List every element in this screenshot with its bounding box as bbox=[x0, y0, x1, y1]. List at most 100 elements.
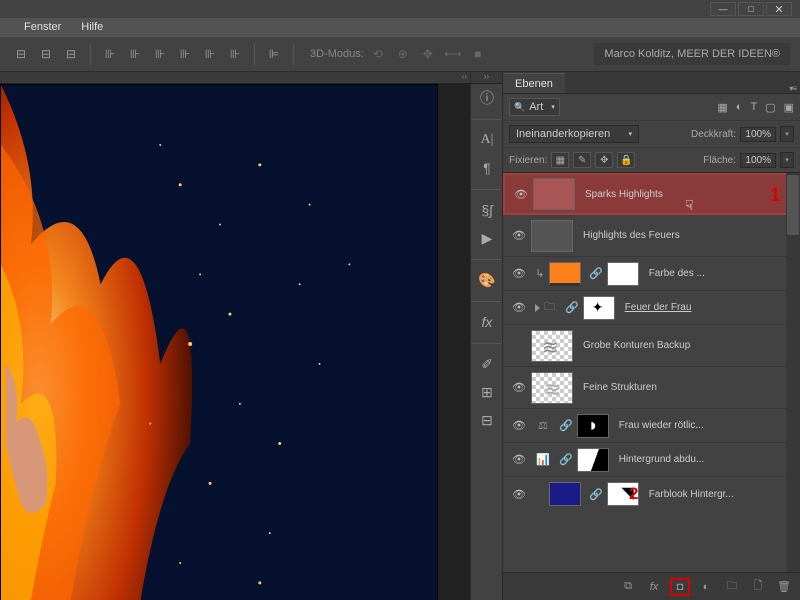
layer-group-feuer-frau[interactable]: 👁 🗀 🔗 ✦ Feuer der Frau bbox=[503, 291, 800, 325]
align-left-icon[interactable]: ⊟ bbox=[10, 43, 32, 65]
character-icon[interactable]: A| bbox=[471, 126, 503, 154]
scrollbar-thumb[interactable] bbox=[787, 175, 799, 235]
canvas-area[interactable]: ‹‹ bbox=[0, 72, 470, 600]
close-button[interactable]: ✕ bbox=[766, 2, 792, 16]
layer-label[interactable]: Feine Strukturen bbox=[583, 382, 657, 393]
filter-shape-icon[interactable]: ▢ bbox=[765, 101, 775, 114]
layers-tab[interactable]: Ebenen bbox=[503, 73, 565, 93]
menu-hilfe[interactable]: Hilfe bbox=[81, 21, 103, 33]
visibility-toggle[interactable]: 👁 bbox=[509, 188, 533, 201]
visibility-toggle[interactable]: 👁 bbox=[507, 419, 531, 432]
layer-thumb[interactable] bbox=[533, 178, 575, 210]
lock-position-icon[interactable]: ✥ bbox=[595, 152, 613, 168]
layer-feine-strukturen[interactable]: 👁 ≋ Feine Strukturen bbox=[503, 367, 800, 409]
distribute-4-icon[interactable]: ⊪ bbox=[174, 43, 196, 65]
layer-thumb[interactable]: ≋ bbox=[531, 372, 573, 404]
styles-icon[interactable]: fx bbox=[471, 308, 503, 336]
visibility-toggle[interactable]: 👁 bbox=[507, 453, 531, 466]
layers-scrollbar[interactable] bbox=[786, 173, 800, 572]
brush-presets-icon[interactable]: ⊞ bbox=[471, 378, 503, 406]
visibility-toggle[interactable]: 👁 bbox=[507, 381, 531, 394]
minimize-button[interactable]: — bbox=[710, 2, 736, 16]
layer-frau-rotlich[interactable]: 👁 ⚖ 🔗 ◗ Frau wieder rötlic... bbox=[503, 409, 800, 443]
link-layers-icon[interactable]: ⧉ bbox=[618, 578, 638, 596]
opacity-flyout[interactable]: ▾ bbox=[780, 126, 794, 142]
lock-transparent-icon[interactable]: ▦ bbox=[551, 152, 569, 168]
panel-menu-icon[interactable]: ▾≡ bbox=[785, 84, 800, 93]
align-center-icon[interactable]: ⊟ bbox=[35, 43, 57, 65]
slide3d-icon[interactable]: ⟷ bbox=[442, 43, 464, 65]
layer-mask-thumb[interactable]: ◗ bbox=[577, 414, 609, 438]
distribute-spacing-icon[interactable]: ⊫ bbox=[263, 43, 285, 65]
zoom3d-icon[interactable]: ■ bbox=[467, 43, 489, 65]
brand-label[interactable]: Marco Kolditz, MEER DER IDEEN® bbox=[594, 43, 790, 65]
roll3d-icon[interactable]: ⊕ bbox=[392, 43, 414, 65]
annotation-1: 1 bbox=[770, 185, 780, 206]
lock-pixels-icon[interactable]: ✎ bbox=[573, 152, 591, 168]
fill-value[interactable]: 100% bbox=[740, 153, 776, 168]
dock-collapse-bar[interactable]: ›› bbox=[471, 72, 502, 84]
layer-filter-type[interactable]: 🔍 Art ▾ bbox=[509, 98, 560, 116]
pan3d-icon[interactable]: ✥ bbox=[417, 43, 439, 65]
align-right-icon[interactable]: ⊟ bbox=[60, 43, 82, 65]
paragraph-icon[interactable]: ¶ bbox=[471, 154, 503, 182]
layer-label[interactable]: Highlights des Feuers bbox=[583, 230, 680, 241]
lock-all-icon[interactable]: 🔒 bbox=[617, 152, 635, 168]
new-layer-icon[interactable]: 🗋 bbox=[748, 578, 768, 596]
delete-layer-icon[interactable]: 🗑 bbox=[774, 578, 794, 596]
canvas-collapse-bar[interactable]: ‹‹ bbox=[0, 72, 470, 84]
document-canvas[interactable] bbox=[0, 84, 438, 600]
visibility-toggle[interactable]: 👁 bbox=[507, 267, 531, 280]
visibility-toggle[interactable]: 👁 bbox=[507, 301, 531, 314]
filter-adjustment-icon[interactable]: ◐ bbox=[736, 101, 743, 114]
swatches-icon[interactable]: 🎨 bbox=[471, 266, 503, 294]
add-mask-icon[interactable]: ◘ bbox=[670, 578, 690, 596]
distribute-3-icon[interactable]: ⊪ bbox=[149, 43, 171, 65]
layer-farblook-hintergr[interactable]: 👁 🔗 ◥ 2 Farblook Hintergr... bbox=[503, 477, 800, 511]
fill-flyout[interactable]: ▾ bbox=[780, 152, 794, 168]
layer-thumb[interactable] bbox=[549, 262, 581, 286]
new-group-icon[interactable]: 🗀 bbox=[722, 578, 742, 596]
filter-pixel-icon[interactable]: ▦ bbox=[717, 101, 727, 114]
distribute-1-icon[interactable]: ⊪ bbox=[99, 43, 121, 65]
blend-mode-dropdown[interactable]: Ineinanderkopieren▾ bbox=[509, 125, 639, 143]
glyph-icon[interactable]: §ʃ bbox=[471, 196, 503, 224]
distribute-6-icon[interactable]: ⊪ bbox=[224, 43, 246, 65]
properties-icon[interactable]: ⓘ bbox=[471, 84, 503, 112]
layer-grobe-konturen[interactable]: ≋ Grobe Konturen Backup bbox=[503, 325, 800, 367]
orbit3d-icon[interactable]: ⟲ bbox=[367, 43, 389, 65]
layer-style-icon[interactable]: fx bbox=[644, 578, 664, 596]
layer-farbe-des[interactable]: 👁 ↳ 🔗 Farbe des ... bbox=[503, 257, 800, 291]
layer-mask-thumb[interactable] bbox=[577, 448, 609, 472]
layer-label[interactable]: Farbe des ... bbox=[649, 268, 705, 279]
layer-label[interactable]: Farblook Hintergr... bbox=[649, 489, 734, 500]
layer-label[interactable]: Frau wieder rötlic... bbox=[619, 420, 704, 431]
layers-list[interactable]: 👁 Sparks Highlights 1 ☟ 👁 Highlights des… bbox=[503, 173, 800, 572]
layer-thumb[interactable] bbox=[549, 482, 581, 506]
menu-fenster[interactable]: Fenster bbox=[24, 21, 61, 33]
visibility-toggle[interactable]: 👁 bbox=[507, 229, 531, 242]
layer-label[interactable]: Grobe Konturen Backup bbox=[583, 340, 690, 351]
group-mask-thumb[interactable]: ✦ bbox=[583, 296, 615, 320]
filter-type-icon[interactable]: T bbox=[750, 101, 757, 114]
layer-mask-thumb[interactable] bbox=[607, 262, 639, 286]
layer-label[interactable]: Sparks Highlights bbox=[585, 189, 663, 200]
play-icon[interactable]: ▶ bbox=[471, 224, 503, 252]
distribute-2-icon[interactable]: ⊪ bbox=[124, 43, 146, 65]
opacity-value[interactable]: 100% bbox=[740, 127, 776, 142]
layer-hintergrund-abdu[interactable]: 👁 📊 🔗 Hintergrund abdu... bbox=[503, 443, 800, 477]
new-adjustment-icon[interactable]: ◐ bbox=[696, 578, 716, 596]
layer-sparks-highlights[interactable]: 👁 Sparks Highlights 1 ☟ bbox=[503, 173, 800, 215]
expand-icon[interactable] bbox=[535, 304, 540, 312]
layer-thumb[interactable]: ≋ bbox=[531, 330, 573, 362]
brushes-icon[interactable]: ✐ bbox=[471, 350, 503, 378]
layer-label[interactable]: Feuer der Frau bbox=[625, 302, 692, 313]
distribute-5-icon[interactable]: ⊪ bbox=[199, 43, 221, 65]
visibility-toggle[interactable]: 👁 bbox=[507, 488, 531, 501]
tool-presets-icon[interactable]: ⊟ bbox=[471, 406, 503, 434]
filter-smart-icon[interactable]: ▣ bbox=[784, 101, 794, 114]
layer-thumb[interactable] bbox=[531, 220, 573, 252]
layer-label[interactable]: Hintergrund abdu... bbox=[619, 454, 705, 465]
layer-highlights-feuers[interactable]: 👁 Highlights des Feuers bbox=[503, 215, 800, 257]
maximize-button[interactable]: □ bbox=[738, 2, 764, 16]
